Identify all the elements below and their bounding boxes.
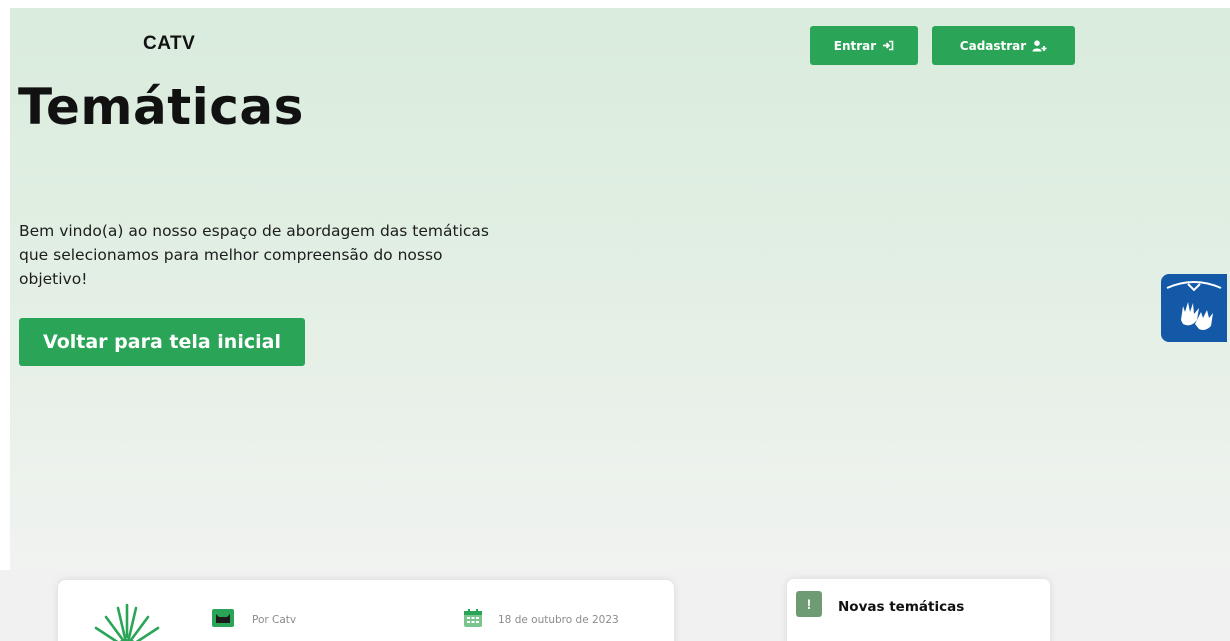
left-border: [0, 0, 10, 641]
hero-section: CATV Entrar Cadastrar Temáticas Bem vind…: [0, 0, 1230, 641]
accessibility-widget-button[interactable]: [1161, 274, 1227, 342]
brand-logo[interactable]: CATV: [143, 33, 195, 55]
login-button[interactable]: Entrar: [810, 26, 918, 65]
alert-icon: !: [796, 591, 822, 617]
new-topics-title: Novas temáticas: [838, 599, 965, 615]
register-button-label: Cadastrar: [959, 38, 1027, 53]
sign-language-icon: [1161, 281, 1227, 346]
post-author: Por Catv: [252, 614, 297, 626]
login-button-label: Entrar: [833, 38, 877, 53]
page-title: Temáticas: [18, 78, 304, 136]
post-card[interactable]: Por Catv 18 de outubro de 2023: [58, 580, 674, 641]
back-to-home-button[interactable]: Voltar para tela inicial: [19, 318, 305, 366]
register-button[interactable]: Cadastrar: [932, 26, 1075, 65]
user-plus-icon: [1032, 39, 1047, 52]
post-date: 18 de outubro de 2023: [498, 614, 619, 626]
intro-text: Bem vindo(a) ao nosso espaço de abordage…: [19, 222, 489, 288]
new-topics-card[interactable]: ! Novas temáticas: [787, 579, 1050, 641]
cat-icon: [212, 609, 234, 627]
sun-icon: [65, 592, 195, 641]
sign-in-icon: [882, 40, 894, 51]
calendar-icon: [463, 608, 483, 632]
top-border: [0, 0, 1230, 8]
